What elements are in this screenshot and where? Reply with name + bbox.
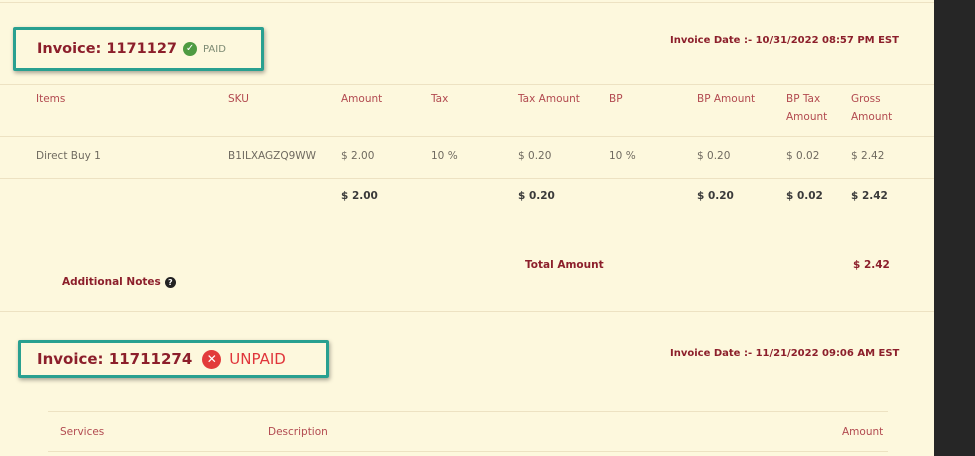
total-bp-amount-cell: $ 0.20 xyxy=(697,190,734,202)
x-circle-icon: ✕ xyxy=(202,349,222,369)
window-edge xyxy=(934,0,975,456)
check-circle-icon: ✓ xyxy=(183,42,198,56)
status-badge: PAID xyxy=(203,43,226,55)
cell-tax: 10 % xyxy=(431,150,458,162)
cell-bp: 10 % xyxy=(609,150,636,162)
additional-notes-label: Additional Notes xyxy=(62,276,161,288)
cell-tax-amount: $ 0.20 xyxy=(518,150,552,162)
column-header-amount: Amount xyxy=(842,426,884,438)
column-header-tax: Tax xyxy=(431,93,449,105)
invoice-header: Invoice: 1171127 ✓ PAID xyxy=(13,27,264,71)
column-header-description: Description xyxy=(268,426,328,438)
cell-amount: $ 2.00 xyxy=(341,150,375,162)
column-header-tax-amount: Tax Amount xyxy=(518,93,580,105)
invoice-header: Invoice: 11711274 ✕ UNPAID xyxy=(18,340,329,378)
column-header-sku: SKU xyxy=(228,93,249,105)
divider xyxy=(0,311,934,312)
invoice-panel: Invoice: 1171127 ✓ PAID Invoice Date :- … xyxy=(0,0,934,456)
total-amount-cell: $ 2.00 xyxy=(341,190,378,202)
column-header-services: Services xyxy=(60,426,105,438)
column-header-gross-amount: Gross Amount xyxy=(851,93,893,123)
cell-item: Direct Buy 1 xyxy=(36,150,101,162)
invoice-title: Invoice: 1171127 xyxy=(37,41,178,57)
status-badge: UNPAID xyxy=(229,350,286,368)
column-header-amount: Amount xyxy=(341,93,383,105)
total-bp-tax-amount-cell: $ 0.02 xyxy=(786,190,823,202)
total-amount-value: $ 2.42 xyxy=(853,259,890,271)
invoice-title: Invoice: 11711274 xyxy=(37,350,193,368)
cell-gross-amount: $ 2.42 xyxy=(851,150,885,162)
divider xyxy=(0,84,934,85)
additional-notes[interactable]: Additional Notes ? xyxy=(62,276,176,288)
invoice-date: Invoice Date :- 10/31/2022 08:57 PM EST xyxy=(670,35,899,46)
divider xyxy=(48,411,888,412)
column-header-bp-tax-amount: BP Tax Amount xyxy=(786,93,828,123)
divider xyxy=(48,451,888,452)
invoice-date: Invoice Date :- 11/21/2022 09:06 AM EST xyxy=(670,348,900,359)
cell-bp-amount: $ 0.20 xyxy=(697,150,731,162)
total-tax-amount-cell: $ 0.20 xyxy=(518,190,555,202)
divider xyxy=(0,2,934,3)
total-gross-amount-cell: $ 2.42 xyxy=(851,190,888,202)
column-header-bp: BP xyxy=(609,93,623,105)
divider xyxy=(0,136,934,137)
cell-bp-tax-amount: $ 0.02 xyxy=(786,150,820,162)
divider xyxy=(0,178,934,179)
column-header-items: Items xyxy=(36,93,66,105)
column-header-bp-amount: BP Amount xyxy=(697,93,756,105)
cell-sku: B1ILXAGZQ9WW xyxy=(228,150,317,162)
total-amount-label: Total Amount xyxy=(525,259,604,271)
question-circle-icon[interactable]: ? xyxy=(164,276,176,288)
